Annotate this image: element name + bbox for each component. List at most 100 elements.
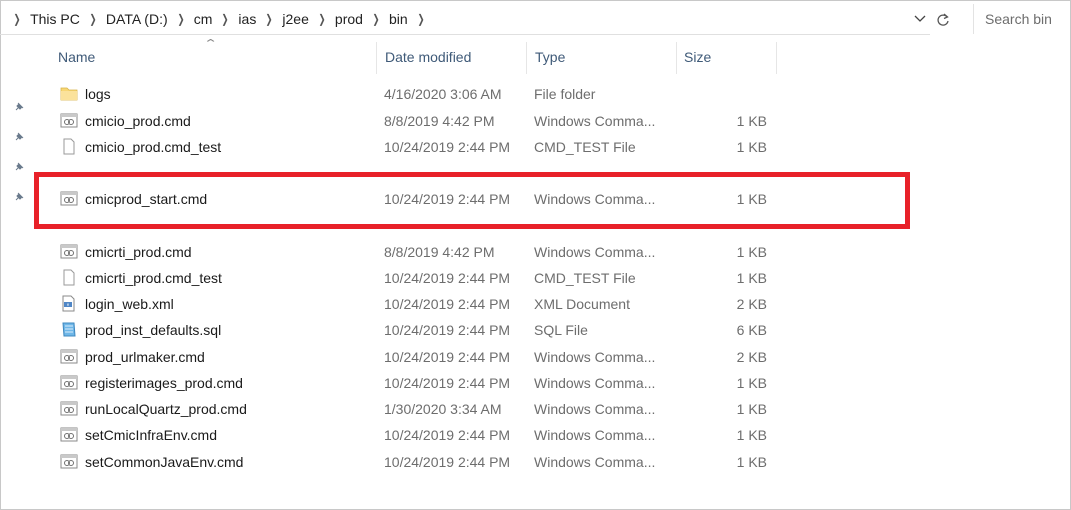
cmd-file-icon <box>60 374 78 391</box>
cmd-file-icon <box>60 243 78 260</box>
file-date-modified: 10/24/2019 2:44 PM <box>384 139 511 155</box>
breadcrumb: ❯ This PC ❯ DATA (D:) ❯ cm ❯ ias ❯ j2ee … <box>4 4 434 34</box>
file-row[interactable]: runLocalQuartz_prod.cmd 1/30/2020 3:34 AM… <box>58 396 778 422</box>
pin-icon <box>15 132 24 141</box>
address-bar[interactable]: ❯ This PC ❯ DATA (D:) ❯ cm ❯ ias ❯ j2ee … <box>0 4 949 35</box>
cmd-file-icon <box>60 400 78 417</box>
file-row[interactable]: setCommonJavaEnv.cmd 10/24/2019 2:44 PM Wi… <box>58 449 778 475</box>
pin-icon <box>15 102 24 111</box>
column-header-date-modified[interactable]: Date modified <box>385 49 471 65</box>
file-date-modified: 10/24/2019 2:44 PM <box>384 296 511 312</box>
file-type: Windows Comma... <box>534 113 656 129</box>
file-name: setCmicInfraEnv.cmd <box>85 427 217 443</box>
search-input[interactable]: Search bin <box>973 4 1069 34</box>
chevron-right-icon[interactable]: ❯ <box>318 12 325 26</box>
cmd-file-icon <box>60 112 78 129</box>
file-row[interactable]: logs 4/16/2020 3:06 AM File folder <box>58 81 778 107</box>
file-row[interactable]: cmicio_prod.cmd_test 10/24/2019 2:44 PM CM… <box>58 134 778 160</box>
file-name: cmicio_prod.cmd_test <box>85 139 222 155</box>
column-header-type[interactable]: Type <box>535 49 565 65</box>
file-date-modified: 10/24/2019 2:44 PM <box>384 349 511 365</box>
refresh-icon[interactable] <box>936 13 950 27</box>
highlight-box <box>34 172 910 229</box>
file-size: 1 KB <box>736 270 767 286</box>
file-type: Windows Comma... <box>534 427 656 443</box>
breadcrumb-ias[interactable]: ias <box>238 11 256 27</box>
file-row[interactable]: prod_inst_defaults.sql 10/24/2019 2:44 PM… <box>58 317 778 343</box>
column-divider[interactable] <box>776 42 777 74</box>
file-date-modified: 8/8/2019 4:42 PM <box>384 244 495 260</box>
chevron-right-icon[interactable]: ❯ <box>89 12 96 26</box>
file-size: 1 KB <box>736 139 767 155</box>
sql-file-icon <box>60 321 78 338</box>
column-divider[interactable] <box>676 42 677 74</box>
file-size: 1 KB <box>736 113 767 129</box>
file-row[interactable]: e login_web.xml 10/24/2019 2:44 PM XML Docu… <box>58 291 778 317</box>
file-name: login_web.xml <box>85 296 174 312</box>
file-date-modified: 8/8/2019 4:42 PM <box>384 113 495 129</box>
chevron-right-icon[interactable]: ❯ <box>177 12 184 26</box>
file-size: 2 KB <box>736 296 767 312</box>
chevron-right-icon[interactable]: ❯ <box>14 12 21 26</box>
column-header-size[interactable]: Size <box>684 49 711 65</box>
file-date-modified: 10/24/2019 2:44 PM <box>384 270 511 286</box>
column-divider[interactable] <box>526 42 527 74</box>
file-row[interactable]: cmicrti_prod.cmd_test 10/24/2019 2:44 PM C… <box>58 265 778 291</box>
file-type: CMD_TEST File <box>534 139 636 155</box>
chevron-right-icon[interactable]: ❯ <box>222 12 229 26</box>
chevron-right-icon[interactable]: ❯ <box>266 12 273 26</box>
breadcrumb-this-pc[interactable]: This PC <box>30 11 80 27</box>
file-row[interactable]: setCmicInfraEnv.cmd 10/24/2019 2:44 PM Win… <box>58 422 778 448</box>
file-name: setCommonJavaEnv.cmd <box>85 454 244 470</box>
breadcrumb-data-drive[interactable]: DATA (D:) <box>106 11 168 27</box>
breadcrumb-j2ee[interactable]: j2ee <box>282 11 308 27</box>
file-name: cmicrti_prod.cmd <box>85 244 192 260</box>
file-date-modified: 10/24/2019 2:44 PM <box>384 427 511 443</box>
file-name: runLocalQuartz_prod.cmd <box>85 401 247 417</box>
file-size: 1 KB <box>736 244 767 260</box>
file-size: 1 KB <box>736 454 767 470</box>
file-date-modified: 10/24/2019 2:44 PM <box>384 454 511 470</box>
blank-file-icon <box>60 269 78 286</box>
breadcrumb-prod[interactable]: prod <box>335 11 363 27</box>
file-name: prod_inst_defaults.sql <box>85 322 222 338</box>
blank-file-icon <box>60 138 78 155</box>
file-name: cmicrti_prod.cmd_test <box>85 270 222 286</box>
file-row[interactable]: cmicrti_prod.cmd 8/8/2019 4:42 PM Windows … <box>58 239 778 265</box>
file-name: logs <box>85 86 111 102</box>
chevron-down-icon[interactable] <box>914 15 926 23</box>
chevron-right-icon[interactable]: ❯ <box>372 12 379 26</box>
file-type: Windows Comma... <box>534 349 656 365</box>
file-type: SQL File <box>534 322 588 338</box>
file-type: File folder <box>534 86 596 102</box>
file-type: XML Document <box>534 296 630 312</box>
column-divider[interactable] <box>376 42 377 74</box>
sort-ascending-icon: ⌃ <box>203 38 218 50</box>
file-row[interactable]: cmicio_prod.cmd 8/8/2019 4:42 PM Windows C… <box>58 108 778 134</box>
file-size: 1 KB <box>736 427 767 443</box>
pin-icon <box>15 192 24 201</box>
pin-icon <box>15 162 24 171</box>
file-row[interactable]: prod_urlmaker.cmd 10/24/2019 2:44 PM Windo… <box>58 344 778 370</box>
file-date-modified: 10/24/2019 2:44 PM <box>384 375 511 391</box>
breadcrumb-cm[interactable]: cm <box>194 11 213 27</box>
file-name: cmicio_prod.cmd <box>85 113 191 129</box>
file-date-modified: 4/16/2020 3:06 AM <box>384 86 502 102</box>
chevron-right-icon[interactable]: ❯ <box>417 12 424 26</box>
file-size: 1 KB <box>736 401 767 417</box>
breadcrumb-bin[interactable]: bin <box>389 11 408 27</box>
file-type: Windows Comma... <box>534 454 656 470</box>
file-type: CMD_TEST File <box>534 270 636 286</box>
file-date-modified: 1/30/2020 3:34 AM <box>384 401 502 417</box>
file-name: registerimages_prod.cmd <box>85 375 243 391</box>
column-header-name[interactable]: Name <box>58 49 95 65</box>
file-type: Windows Comma... <box>534 375 656 391</box>
cmd-file-icon <box>60 426 78 443</box>
cmd-file-icon <box>60 453 78 470</box>
folder-icon <box>60 85 78 102</box>
file-name: prod_urlmaker.cmd <box>85 349 205 365</box>
xml-file-icon: e <box>60 295 78 312</box>
cmd-file-icon <box>60 348 78 365</box>
file-row[interactable]: registerimages_prod.cmd 10/24/2019 2:44 P… <box>58 370 778 396</box>
file-type: Windows Comma... <box>534 401 656 417</box>
